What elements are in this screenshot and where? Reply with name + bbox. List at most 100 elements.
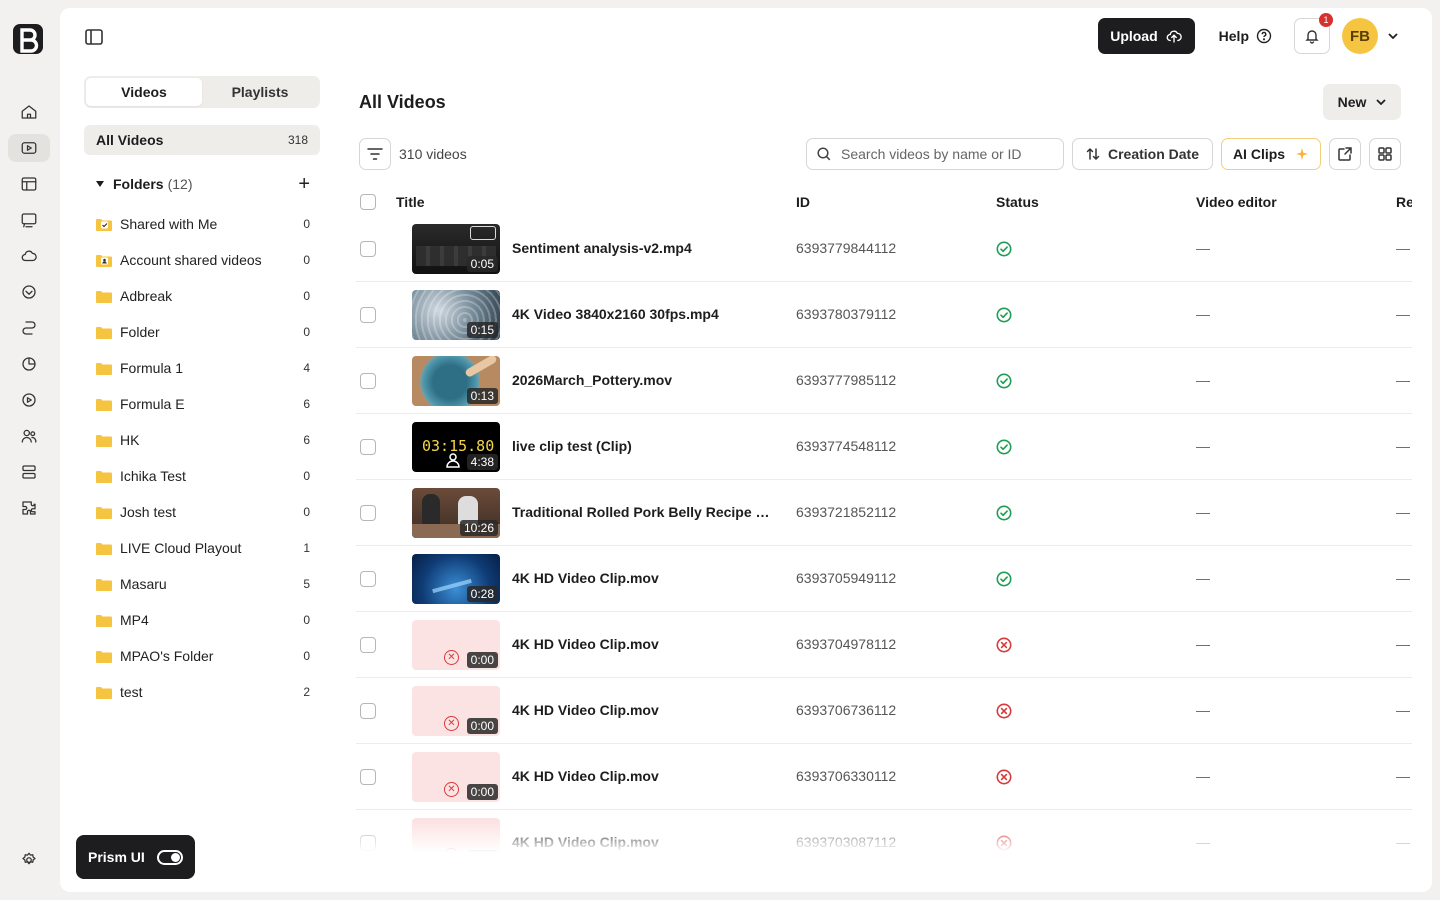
duration-badge: 0:28	[466, 586, 498, 602]
row-checkbox[interactable]	[360, 307, 376, 323]
folder-count: 0	[303, 325, 310, 339]
shared-folder-icon	[96, 218, 112, 231]
video-thumbnail[interactable]: 0:05	[412, 224, 500, 274]
export-button[interactable]	[1329, 138, 1361, 170]
video-title[interactable]: 4K HD Video Clip.mov	[512, 702, 659, 718]
caret-down-icon[interactable]	[96, 181, 104, 187]
new-button[interactable]: New	[1323, 84, 1401, 120]
home-icon[interactable]	[8, 98, 50, 126]
video-thumbnail[interactable]: ✕ 0:00	[412, 752, 500, 802]
folder-item[interactable]: test 2	[96, 674, 310, 710]
select-all-checkbox[interactable]	[360, 194, 376, 210]
tab-videos[interactable]: Videos	[86, 78, 202, 106]
settings-gear-icon[interactable]	[8, 846, 50, 874]
folder-item[interactable]: Masaru 5	[96, 566, 310, 602]
all-videos-nav-item[interactable]: All Videos 318	[84, 125, 320, 155]
video-title[interactable]: live clip test (Clip)	[512, 438, 632, 454]
grid-view-button[interactable]	[1369, 138, 1401, 170]
chevron-down-icon[interactable]	[1386, 29, 1400, 43]
row-checkbox[interactable]	[360, 637, 376, 653]
folder-item[interactable]: Account shared videos 0	[96, 242, 310, 278]
video-title[interactable]: 4K HD Video Clip.mov	[512, 768, 659, 784]
folder-item[interactable]: Folder 0	[96, 314, 310, 350]
folder-count: 0	[303, 253, 310, 267]
video-thumbnail[interactable]: ✕ 0:00	[412, 686, 500, 736]
column-title[interactable]: Title	[396, 194, 425, 210]
folder-item[interactable]: HK 6	[96, 422, 310, 458]
table-row[interactable]: 0:05 Sentiment analysis-v2.mp4 63937798441…	[356, 216, 1412, 282]
cloud-icon[interactable]	[8, 242, 50, 270]
folder-item[interactable]: LIVE Cloud Playout 1	[96, 530, 310, 566]
layout-icon[interactable]	[8, 170, 50, 198]
table-row[interactable]: 10:26 Traditional Rolled Pork Belly Recip…	[356, 480, 1412, 546]
search-box[interactable]	[806, 138, 1064, 170]
ai-clips-button[interactable]: AI Clips	[1221, 138, 1321, 170]
search-input[interactable]	[841, 146, 1041, 162]
row-checkbox[interactable]	[360, 373, 376, 389]
video-thumbnail[interactable]: 10:26	[412, 488, 500, 538]
play-circle-icon[interactable]	[8, 386, 50, 414]
re-column-value: —	[1396, 438, 1410, 454]
column-id[interactable]: ID	[796, 194, 810, 210]
sidebar-toggle-icon[interactable]	[82, 26, 106, 48]
sort-creation-date-button[interactable]: Creation Date	[1072, 138, 1213, 170]
table-row[interactable]: ✕ 0:00 4K HD Video Clip.mov 6393706330112 — —	[356, 744, 1412, 810]
toggle-switch-icon[interactable]	[157, 849, 183, 865]
video-thumbnail[interactable]: 03:15.80 4:38	[412, 422, 500, 472]
video-title[interactable]: Traditional Rolled Pork Belly Recipe wi.…	[512, 504, 777, 520]
notifications-button[interactable]: 1	[1294, 13, 1333, 54]
media-icon[interactable]	[8, 134, 50, 162]
video-thumbnail[interactable]: 0:28	[412, 554, 500, 604]
folder-item[interactable]: MPAO's Folder 0	[96, 638, 310, 674]
plugin-icon[interactable]	[8, 494, 50, 522]
table-row[interactable]: 0:28 4K HD Video Clip.mov 6393705949112 — —	[356, 546, 1412, 612]
live-icon[interactable]	[8, 278, 50, 306]
folder-item[interactable]: Shared with Me 0	[96, 206, 310, 242]
add-folder-plus-icon[interactable]: +	[298, 174, 310, 194]
column-video-editor[interactable]: Video editor	[1196, 194, 1277, 210]
social-icon[interactable]	[8, 314, 50, 342]
table-row[interactable]: 0:15 4K Video 3840x2160 30fps.mp4 63937803…	[356, 282, 1412, 348]
storage-icon[interactable]	[8, 458, 50, 486]
folder-item[interactable]: Formula E 6	[96, 386, 310, 422]
users-icon[interactable]	[8, 422, 50, 450]
folder-item[interactable]: Formula 1 4	[96, 350, 310, 386]
folder-item[interactable]: Adbreak 0	[96, 278, 310, 314]
upload-button[interactable]: Upload	[1098, 18, 1195, 54]
video-thumbnail[interactable]: 0:13	[412, 356, 500, 406]
video-title[interactable]: Sentiment analysis-v2.mp4	[512, 240, 692, 256]
row-checkbox[interactable]	[360, 571, 376, 587]
analytics-icon[interactable]	[8, 350, 50, 378]
video-title[interactable]: 4K HD Video Clip.mov	[512, 570, 659, 586]
video-title[interactable]: 4K Video 3840x2160 30fps.mp4	[512, 306, 719, 322]
player-icon[interactable]	[8, 206, 50, 234]
video-thumbnail[interactable]: ✕ 0:00	[412, 620, 500, 670]
row-checkbox[interactable]	[360, 703, 376, 719]
row-checkbox[interactable]	[360, 439, 376, 455]
folders-header[interactable]: Folders (12) +	[96, 174, 310, 194]
tab-playlists[interactable]: Playlists	[202, 78, 318, 106]
table-row[interactable]: ✕ 0:00 4K HD Video Clip.mov 6393704978112 — —	[356, 612, 1412, 678]
folder-item[interactable]: Josh test 0	[96, 494, 310, 530]
video-title[interactable]: 2026March_Pottery.mov	[512, 372, 672, 388]
row-checkbox[interactable]	[360, 241, 376, 257]
table-row[interactable]: 03:15.80 4:38 live clip test (Clip) 6393774…	[356, 414, 1412, 480]
video-title[interactable]: 4K HD Video Clip.mov	[512, 636, 659, 652]
row-checkbox[interactable]	[360, 769, 376, 785]
user-avatar[interactable]: FB	[1342, 18, 1378, 54]
table-row[interactable]: ✕ 0:00 4K HD Video Clip.mov 6393706736112 — —	[356, 678, 1412, 744]
prism-ui-toggle[interactable]: Prism UI	[76, 835, 195, 879]
video-thumbnail[interactable]: 0:15	[412, 290, 500, 340]
column-status[interactable]: Status	[996, 194, 1039, 210]
duration-badge: 10:26	[459, 520, 498, 536]
folder-item[interactable]: MP4 0	[96, 602, 310, 638]
help-button[interactable]: Help	[1219, 28, 1272, 44]
row-checkbox[interactable]	[360, 505, 376, 521]
folder-item[interactable]: Ichika Test 0	[96, 458, 310, 494]
duration-badge: 0:13	[466, 388, 498, 404]
filter-button[interactable]	[359, 138, 391, 170]
brightcove-logo-icon[interactable]	[11, 22, 45, 56]
video-editor-value: —	[1196, 768, 1210, 784]
column-re[interactable]: Re	[1396, 194, 1412, 210]
table-row[interactable]: 0:13 2026March_Pottery.mov 6393777985112 — —	[356, 348, 1412, 414]
